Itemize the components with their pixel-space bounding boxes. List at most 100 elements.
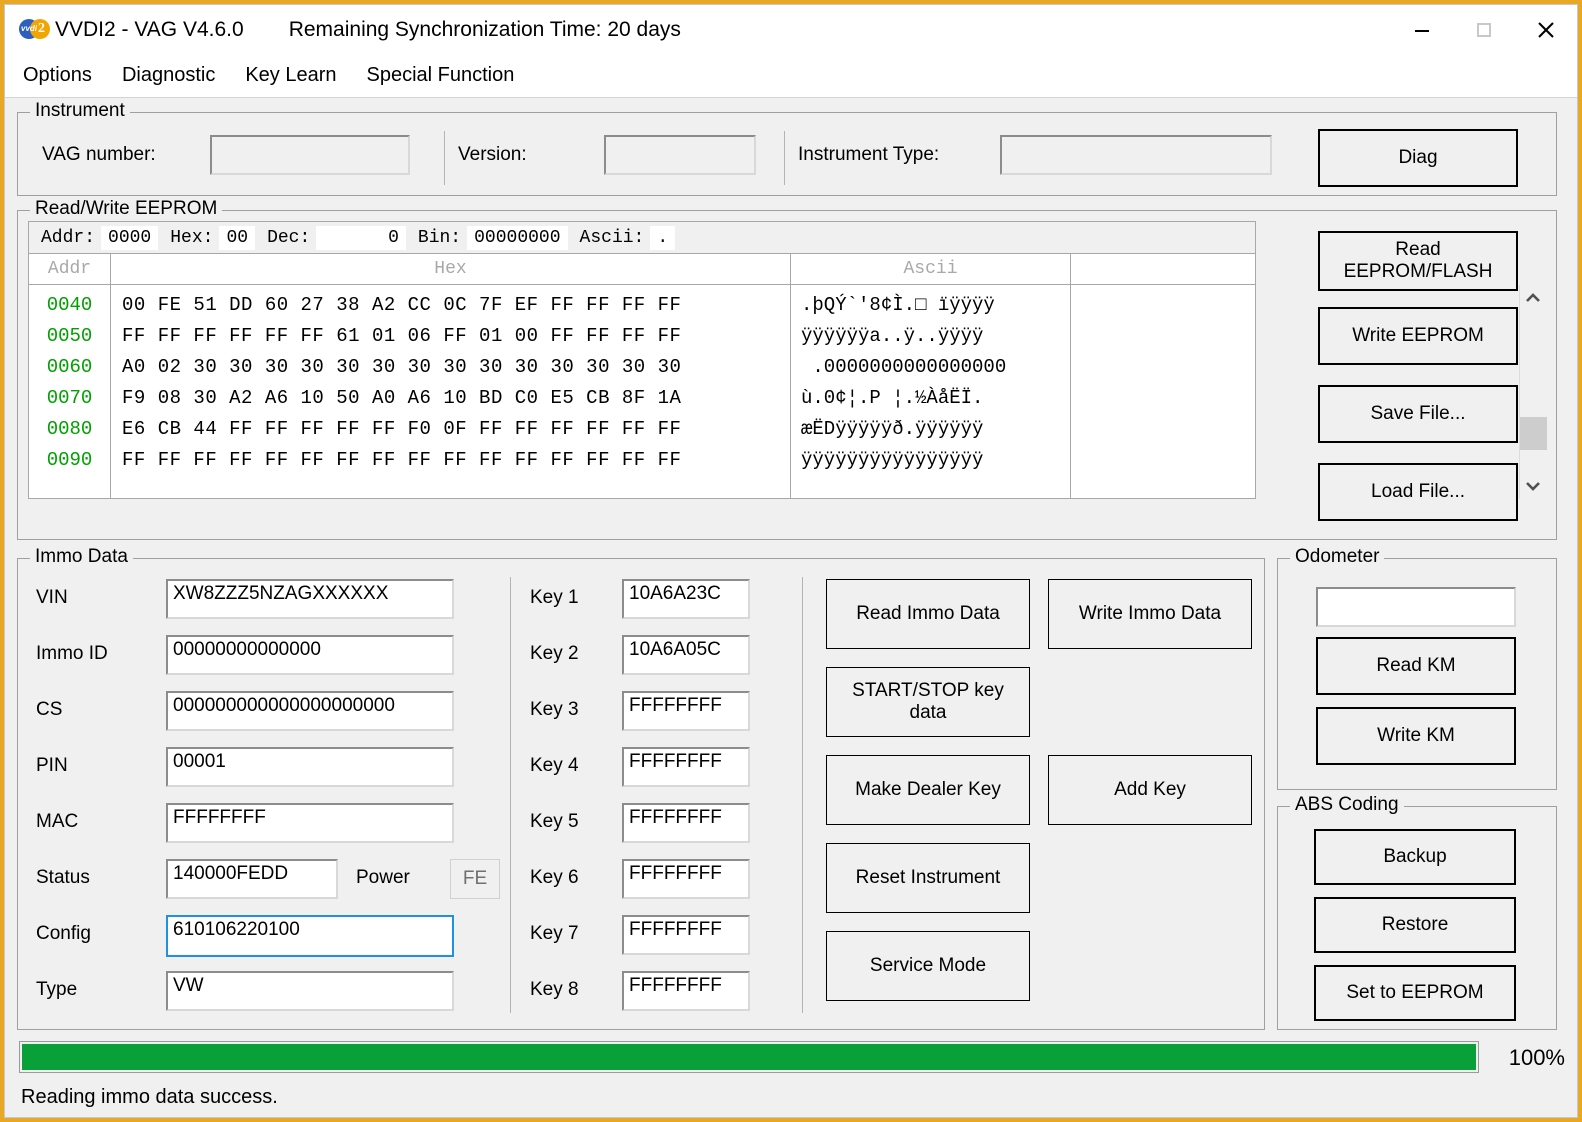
hex-row-ascii[interactable]: ÿÿÿÿÿÿa..ÿ..ÿÿÿÿ xyxy=(791,321,1070,352)
abs-coding-group-label: ABS Coding xyxy=(1290,794,1404,816)
hex-info-dec-label: Dec: xyxy=(267,227,311,248)
diag-button[interactable]: Diag xyxy=(1318,129,1518,187)
window-title: VVDI2 - VAG V4.6.0 xyxy=(55,18,244,41)
instrument-type-input[interactable] xyxy=(1000,135,1272,175)
hex-info-addr-value: 0000 xyxy=(101,225,159,250)
hex-row-ascii[interactable]: .0000000000000000 xyxy=(791,352,1070,383)
vag-number-input[interactable] xyxy=(210,135,410,175)
key-5-label: Key 5 xyxy=(530,811,579,832)
menu-item-special-function[interactable]: Special Function xyxy=(365,62,517,89)
pin-input[interactable]: 00001 xyxy=(166,747,454,787)
write-eeprom-button[interactable]: Write EEPROM xyxy=(1318,307,1518,365)
hex-row-bytes[interactable]: A0 02 30 30 30 30 30 30 30 30 30 30 30 3… xyxy=(111,352,790,383)
key-1-input[interactable]: 10A6A23C xyxy=(622,579,750,619)
logo-text-two: 2 xyxy=(38,21,45,36)
odometer-input[interactable] xyxy=(1316,587,1516,627)
type-input[interactable]: VW xyxy=(166,971,454,1011)
hex-address-column: 0040 0050 0060 0070 0080 0090 xyxy=(29,285,111,498)
write-immo-data-button[interactable]: Write Immo Data xyxy=(1048,579,1252,649)
hex-info-bin-value: 00000000 xyxy=(467,225,568,250)
status-bar-message: Reading immo data success. xyxy=(21,1086,278,1108)
start-stop-key-data-button[interactable]: START/STOP key data xyxy=(826,667,1030,737)
cs-input[interactable]: 000000000000000000000 xyxy=(166,691,454,731)
key-4-input[interactable]: FFFFFFFF xyxy=(622,747,750,787)
mac-input[interactable]: FFFFFFFF xyxy=(166,803,454,843)
close-button[interactable] xyxy=(1515,5,1577,55)
abs-backup-button[interactable]: Backup xyxy=(1314,829,1516,885)
add-key-button[interactable]: Add Key xyxy=(1048,755,1252,825)
write-km-button[interactable]: Write KM xyxy=(1316,707,1516,765)
cs-label: CS xyxy=(36,699,63,720)
separator-4 xyxy=(802,577,803,1013)
hex-row-ascii[interactable]: æËDÿÿÿÿÿð.ÿÿÿÿÿÿ xyxy=(791,414,1070,445)
scroll-up-arrow-icon[interactable] xyxy=(1520,285,1546,311)
instrument-group-label: Instrument xyxy=(30,100,130,122)
eeprom-group-label: Read/Write EEPROM xyxy=(30,198,223,220)
status-input[interactable]: 140000FEDD xyxy=(166,859,338,899)
hex-spacer-column xyxy=(1071,285,1255,498)
application-window: vvdi 2 VVDI2 - VAG V4.6.0 Remaining Sync… xyxy=(4,4,1578,1118)
save-file-button[interactable]: Save File... xyxy=(1318,385,1518,443)
hex-row-address: 0080 xyxy=(46,418,93,440)
hex-row-bytes[interactable]: F9 08 30 A2 A6 10 50 A0 A6 10 BD C0 E5 C… xyxy=(111,383,790,414)
scroll-down-arrow-icon[interactable] xyxy=(1520,473,1546,499)
key-2-input[interactable]: 10A6A05C xyxy=(622,635,750,675)
hex-row-bytes[interactable]: 00 FE 51 DD 60 27 38 A2 CC 0C 7F EF FF F… xyxy=(111,290,790,321)
hex-header-ascii: Ascii xyxy=(791,254,1071,284)
scrollbar-thumb[interactable] xyxy=(1520,417,1547,450)
read-write-eeprom-group: Read/Write EEPROM Addr: 0000 Hex: 00 Dec… xyxy=(17,198,1557,540)
separator-2 xyxy=(784,131,785,185)
read-immo-data-button[interactable]: Read Immo Data xyxy=(826,579,1030,649)
logo-text-vvdi: vvdi xyxy=(21,24,38,33)
mac-label: MAC xyxy=(36,811,79,832)
abs-set-to-eeprom-button[interactable]: Set to EEPROM xyxy=(1314,965,1516,1021)
client-area: Instrument VAG number: Version: Instrume… xyxy=(5,97,1577,1117)
load-file-button[interactable]: Load File... xyxy=(1318,463,1518,521)
hex-header-addr: Addr xyxy=(29,254,111,284)
version-input[interactable] xyxy=(604,135,756,175)
immo-id-input[interactable]: 00000000000000 xyxy=(166,635,454,675)
hex-row-ascii[interactable]: ÿÿÿÿÿÿÿÿÿÿÿÿÿÿÿÿ xyxy=(791,445,1070,476)
key-6-input[interactable]: FFFFFFFF xyxy=(622,859,750,899)
instrument-type-label: Instrument Type: xyxy=(798,144,940,165)
hex-info-ascii-value: . xyxy=(650,225,676,250)
separator-1 xyxy=(444,131,445,185)
hex-info-bin-label: Bin: xyxy=(417,227,462,248)
hex-row-ascii[interactable]: .þQÝ`'8¢Ì.□ ïÿÿÿÿ xyxy=(791,290,1070,321)
read-eeprom-flash-button[interactable]: Read EEPROM/FLASH xyxy=(1318,231,1518,291)
sync-time-label: Remaining Synchronization Time: 20 days xyxy=(288,18,681,41)
read-km-button[interactable]: Read KM xyxy=(1316,637,1516,695)
title-bar: vvdi 2 VVDI2 - VAG V4.6.0 Remaining Sync… xyxy=(5,5,1577,55)
key-3-input[interactable]: FFFFFFFF xyxy=(622,691,750,731)
hex-header-spacer xyxy=(1071,254,1255,284)
hex-bytes-column[interactable]: 00 FE 51 DD 60 27 38 A2 CC 0C 7F EF FF F… xyxy=(111,285,791,498)
maximize-button[interactable] xyxy=(1453,5,1515,55)
config-input[interactable]: 610106220100 xyxy=(166,915,454,957)
hex-row-ascii[interactable]: ù.0¢¦.P ¦.½ÀåËÏ. xyxy=(791,383,1070,414)
key-8-label: Key 8 xyxy=(530,979,579,1000)
menu-item-key-learn[interactable]: Key Learn xyxy=(243,62,338,89)
hex-info-hex-label: Hex: xyxy=(170,227,214,248)
hex-row-bytes[interactable]: FF FF FF FF FF FF FF FF FF FF FF FF FF F… xyxy=(111,445,790,476)
key-5-input[interactable]: FFFFFFFF xyxy=(622,803,750,843)
hex-row-bytes[interactable]: E6 CB 44 FF FF FF FF FF F0 0F FF FF FF F… xyxy=(111,414,790,445)
key-7-input[interactable]: FFFFFFFF xyxy=(622,915,750,955)
reset-instrument-button[interactable]: Reset Instrument xyxy=(826,843,1030,913)
service-mode-button[interactable]: Service Mode xyxy=(826,931,1030,1001)
hex-row-bytes[interactable]: FF FF FF FF FF FF 61 01 06 FF 01 00 FF F… xyxy=(111,321,790,352)
hex-row-address: 0090 xyxy=(46,449,93,471)
abs-restore-button[interactable]: Restore xyxy=(1314,897,1516,953)
menu-item-diagnostic[interactable]: Diagnostic xyxy=(120,62,217,89)
key-6-label: Key 6 xyxy=(530,867,579,888)
minimize-button[interactable] xyxy=(1391,5,1453,55)
menu-item-options[interactable]: Options xyxy=(21,62,94,89)
hex-viewer[interactable]: Addr Hex Ascii 0040 0050 0060 0070 0080 0090 … xyxy=(28,254,1256,499)
key-8-input[interactable]: FFFFFFFF xyxy=(622,971,750,1011)
vin-input[interactable]: XW8ZZZ5NZAGXXXXXX xyxy=(166,579,454,619)
window-controls xyxy=(1391,5,1577,55)
version-label: Version: xyxy=(458,144,527,165)
hex-ascii-column[interactable]: .þQÝ`'8¢Ì.□ ïÿÿÿÿ ÿÿÿÿÿÿa..ÿ..ÿÿÿÿ .00000… xyxy=(791,285,1071,498)
hex-vertical-scrollbar[interactable] xyxy=(1519,285,1547,499)
make-dealer-key-button[interactable]: Make Dealer Key xyxy=(826,755,1030,825)
status-label: Status xyxy=(36,867,90,888)
